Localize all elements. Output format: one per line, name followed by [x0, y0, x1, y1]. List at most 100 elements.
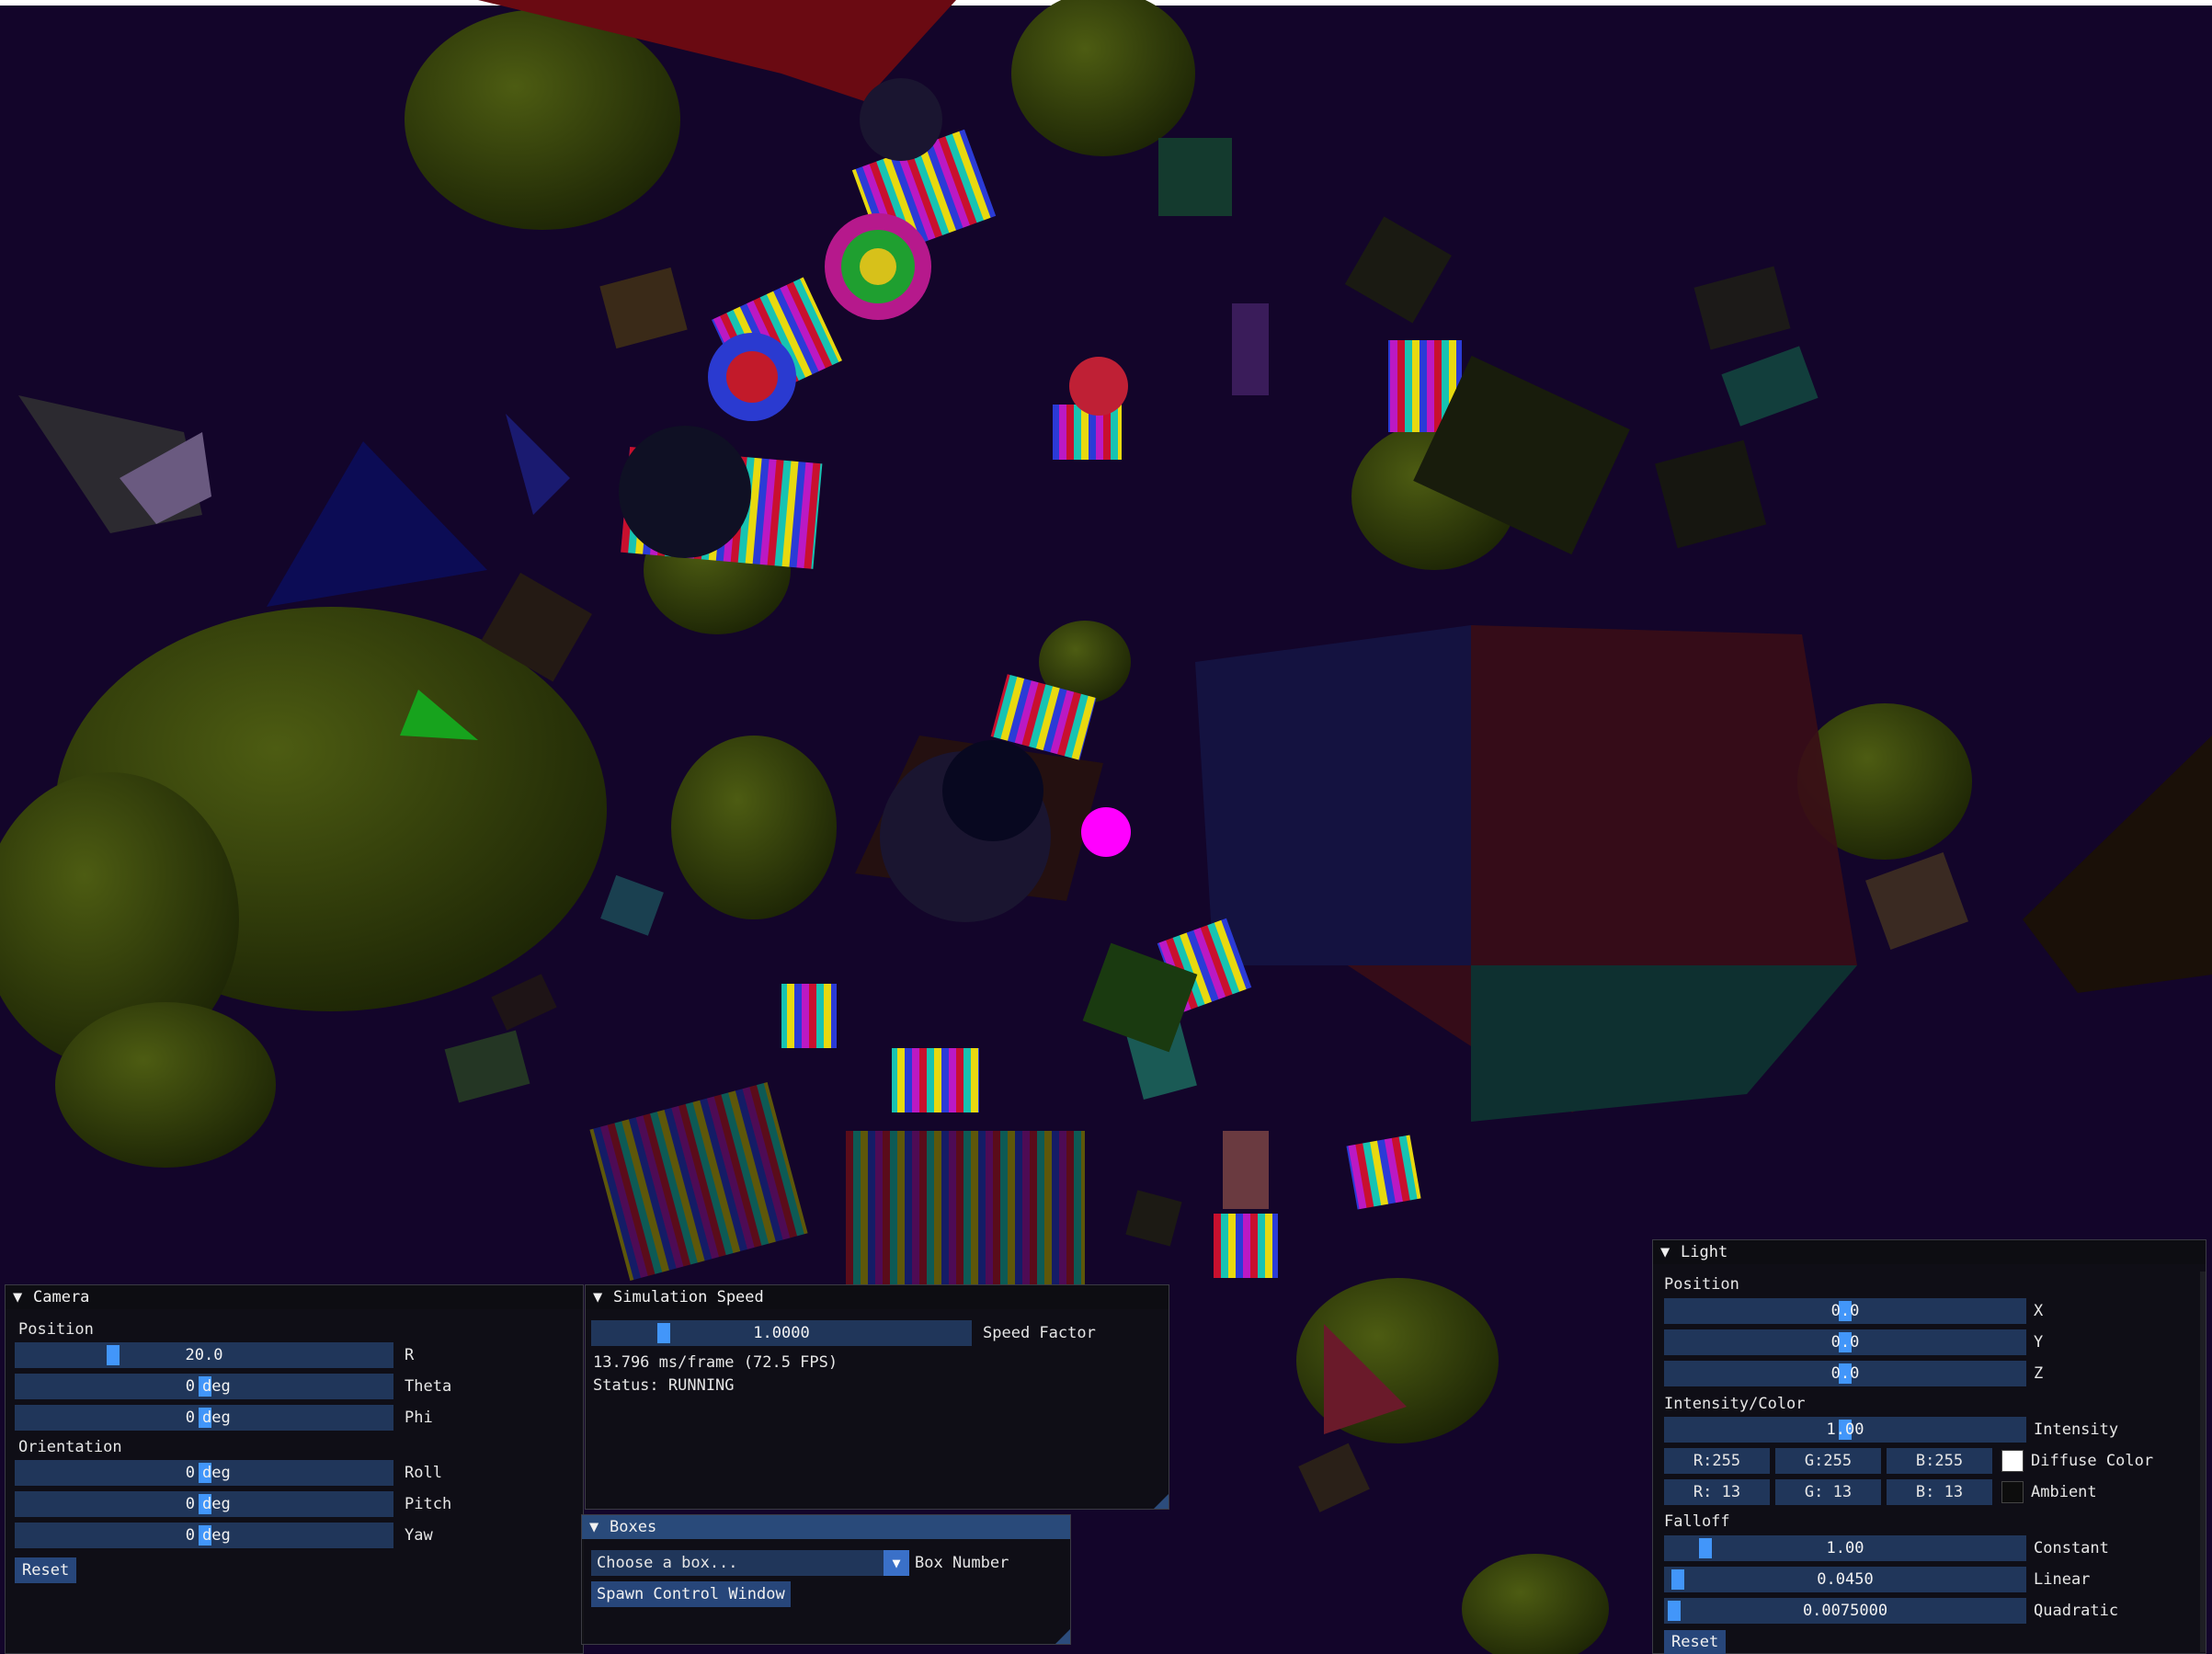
resize-grip[interactable]: [1154, 1494, 1169, 1509]
camera-theta-label: Theta: [405, 1377, 452, 1396]
light-z-slider[interactable]: 0.0: [1664, 1361, 2026, 1386]
speed-factor-label: Speed Factor: [983, 1324, 1096, 1342]
light-marker: [1081, 807, 1131, 857]
diffuse-b-input[interactable]: B:255: [1887, 1448, 1992, 1474]
light-x-value: 0.0: [1830, 1302, 1860, 1320]
frame-time-text: 13.796 ms/frame (72.5 FPS): [593, 1353, 838, 1372]
light-quadratic-label: Quadratic: [2034, 1602, 2119, 1620]
light-linear-label: Linear: [2034, 1570, 2091, 1589]
ambient-b-input[interactable]: B: 13: [1887, 1479, 1992, 1505]
camera-yaw-slider[interactable]: 0 deg: [15, 1523, 393, 1548]
light-linear-value: 0.0450: [1817, 1570, 1874, 1589]
camera-yaw-value: 0: [185, 1526, 195, 1545]
slider-grab[interactable]: [1668, 1601, 1681, 1621]
camera-theta-row: 0 deg Theta: [15, 1374, 451, 1399]
light-constant-slider[interactable]: 1.00: [1664, 1535, 2026, 1561]
slider-grab[interactable]: [1699, 1538, 1712, 1558]
camera-phi-label: Phi: [405, 1409, 433, 1427]
box-number-row: Choose a box... ▼ Box Number: [591, 1550, 1009, 1576]
light-intensity-heading: Intensity/Color: [1664, 1395, 1806, 1413]
light-z-row: 0.0 Z: [1664, 1361, 2043, 1386]
camera-pitch-label: Pitch: [405, 1495, 452, 1513]
light-linear-slider[interactable]: 0.0450: [1664, 1567, 2026, 1592]
ambient-color-row: R: 13 G: 13 B: 13 Ambient: [1664, 1479, 2097, 1505]
camera-pitch-slider[interactable]: 0 deg: [15, 1491, 393, 1517]
light-intensity-slider[interactable]: 1.00: [1664, 1417, 2026, 1443]
camera-roll-label: Roll: [405, 1464, 442, 1482]
speed-factor-value: 1.0000: [753, 1324, 810, 1342]
boxes-title-text: Boxes: [610, 1518, 657, 1536]
collapse-arrow-icon[interactable]: ▼: [13, 1285, 33, 1309]
camera-roll-value: 0: [185, 1464, 195, 1482]
simulation-speed-window[interactable]: ▼ Simulation Speed 1.0000 Speed Factor 13…: [585, 1284, 1169, 1510]
diffuse-r-input[interactable]: R:255: [1664, 1448, 1770, 1474]
light-y-value: 0.0: [1830, 1333, 1860, 1352]
resize-grip[interactable]: [1055, 1629, 1070, 1644]
status-text: Status: RUNNING: [593, 1376, 735, 1395]
camera-theta-value: 0: [185, 1377, 195, 1396]
light-scrollbar[interactable]: [2200, 1272, 2206, 1652]
light-y-label: Y: [2034, 1333, 2044, 1352]
collapse-arrow-icon[interactable]: ▼: [1660, 1240, 1681, 1264]
camera-yaw-unit: deg: [202, 1526, 231, 1545]
camera-phi-value: 0: [185, 1409, 195, 1427]
diffuse-color-swatch[interactable]: [2001, 1450, 2024, 1472]
camera-yaw-row: 0 deg Yaw: [15, 1523, 433, 1548]
camera-theta-unit: deg: [202, 1377, 231, 1396]
camera-pitch-row: 0 deg Pitch: [15, 1491, 451, 1517]
camera-yaw-label: Yaw: [405, 1526, 433, 1545]
ambient-r-input[interactable]: R: 13: [1664, 1479, 1770, 1505]
camera-roll-row: 0 deg Roll: [15, 1460, 442, 1486]
collapse-arrow-icon[interactable]: ▼: [593, 1285, 613, 1309]
diffuse-color-label: Diffuse Color: [2031, 1452, 2154, 1470]
camera-r-slider[interactable]: 20.0: [15, 1342, 393, 1368]
camera-window-title[interactable]: ▼ Camera: [6, 1285, 583, 1309]
camera-window[interactable]: ▼ Camera Position 20.0 R 0 deg Theta 0 deg …: [5, 1284, 584, 1654]
box-number-combo-value: Choose a box...: [597, 1554, 738, 1572]
camera-r-label: R: [405, 1346, 415, 1364]
camera-roll-slider[interactable]: 0 deg: [15, 1460, 393, 1486]
light-x-row: 0.0 X: [1664, 1298, 2043, 1324]
camera-reset-button[interactable]: Reset: [15, 1557, 77, 1583]
dropdown-arrow-icon[interactable]: ▼: [884, 1550, 909, 1576]
light-quadratic-value: 0.0075000: [1802, 1602, 1888, 1620]
light-window[interactable]: ▼ Light Position 0.0 X 0.0 Y 0.0 Z Intens…: [1652, 1239, 2206, 1654]
camera-roll-unit: deg: [202, 1464, 231, 1482]
light-y-slider[interactable]: 0.0: [1664, 1329, 2026, 1355]
camera-title-text: Camera: [33, 1288, 90, 1306]
light-x-slider[interactable]: 0.0: [1664, 1298, 2026, 1324]
light-constant-label: Constant: [2034, 1539, 2109, 1557]
light-quadratic-slider[interactable]: 0.0075000: [1664, 1598, 2026, 1624]
camera-position-heading: Position: [18, 1320, 94, 1339]
diffuse-g-input[interactable]: G:255: [1775, 1448, 1881, 1474]
light-intensity-label: Intensity: [2034, 1420, 2119, 1439]
light-linear-row: 0.0450 Linear: [1664, 1567, 2090, 1592]
box-number-combo[interactable]: Choose a box... ▼: [591, 1550, 909, 1576]
boxes-window[interactable]: ▼ Boxes Choose a box... ▼ Box Number Spawn…: [581, 1514, 1071, 1645]
slider-grab[interactable]: [107, 1345, 120, 1365]
speed-factor-slider[interactable]: 1.0000: [591, 1320, 972, 1346]
light-constant-row: 1.00 Constant: [1664, 1535, 2109, 1561]
camera-phi-slider[interactable]: 0 deg: [15, 1405, 393, 1431]
speed-factor-row: 1.0000 Speed Factor: [591, 1320, 1096, 1346]
box-number-label: Box Number: [915, 1554, 1009, 1572]
simulation-title-text: Simulation Speed: [613, 1288, 764, 1306]
light-title-text: Light: [1681, 1243, 1728, 1261]
simulation-window-title[interactable]: ▼ Simulation Speed: [586, 1285, 1169, 1309]
camera-orientation-heading: Orientation: [18, 1438, 122, 1456]
slider-grab[interactable]: [1671, 1569, 1684, 1590]
light-z-label: Z: [2034, 1364, 2044, 1383]
camera-phi-row: 0 deg Phi: [15, 1405, 433, 1431]
slider-grab[interactable]: [657, 1323, 670, 1343]
camera-theta-slider[interactable]: 0 deg: [15, 1374, 393, 1399]
camera-r-value: 20.0: [185, 1346, 223, 1364]
light-window-title[interactable]: ▼ Light: [1653, 1240, 2206, 1264]
light-z-value: 0.0: [1830, 1364, 1860, 1383]
boxes-window-title[interactable]: ▼ Boxes: [582, 1515, 1070, 1539]
ambient-color-swatch[interactable]: [2001, 1481, 2024, 1503]
ambient-g-input[interactable]: G: 13: [1775, 1479, 1881, 1505]
camera-pitch-unit: deg: [202, 1495, 231, 1513]
spawn-control-window-button[interactable]: Spawn Control Window: [591, 1581, 791, 1607]
light-reset-button[interactable]: Reset: [1664, 1630, 1727, 1654]
collapse-arrow-icon[interactable]: ▼: [589, 1515, 610, 1539]
